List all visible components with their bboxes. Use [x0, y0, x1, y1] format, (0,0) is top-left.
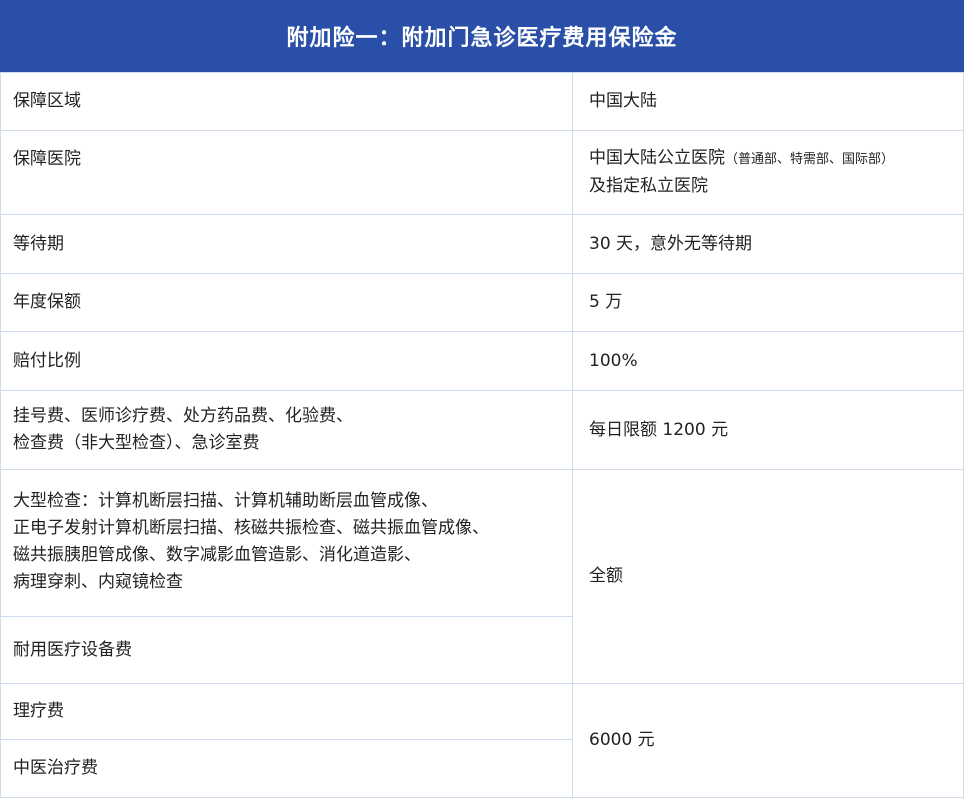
insurance-table-card: 附加险一：附加门急诊医疗费用保险金 保障区域 中国大陆 保障医院 中国大陆公立医… [0, 0, 964, 807]
row-value: 中国大陆公立医院（普通部、特需部、国际部） 及指定私立医院 [572, 130, 964, 215]
row-label: 耐用医疗设备费 [0, 616, 573, 684]
value-line-1: 中国大陆公立医院（普通部、特需部、国际部） [589, 148, 895, 168]
row-value: 全额 [572, 469, 964, 684]
value-line-2: 及指定私立医院 [589, 176, 708, 196]
table-row: 赔付比例 100% [0, 331, 964, 391]
row-label: 挂号费、医师诊疗费、处方药品费、化验费、 检查费（非大型检查）、急诊室费 [0, 390, 573, 470]
label-line-4: 病理穿刺、内窥镜检查 [13, 572, 183, 592]
value-note: （普通部、特需部、国际部） [725, 152, 895, 167]
table-row: 保障医院 中国大陆公立医院（普通部、特需部、国际部） 及指定私立医院 [0, 130, 964, 215]
table-row: 大型检查：计算机断层扫描、计算机辅助断层血管成像、 正电子发射计算机断层扫描、核… [0, 469, 964, 684]
label-line-2: 检查费（非大型检查）、急诊室费 [13, 433, 260, 453]
row-label: 大型检查：计算机断层扫描、计算机辅助断层血管成像、 正电子发射计算机断层扫描、核… [0, 469, 573, 617]
table-title: 附加险一：附加门急诊医疗费用保险金 [0, 0, 964, 72]
row-label: 保障区域 [0, 72, 573, 131]
row-label: 年度保额 [0, 273, 573, 332]
label-line-1: 大型检查：计算机断层扫描、计算机辅助断层血管成像、 [13, 491, 438, 511]
row-value: 100% [572, 331, 964, 391]
row-label: 理疗费 [0, 683, 573, 740]
label-line-3: 磁共振胰胆管成像、数字减影血管造影、消化道造影、 [13, 545, 421, 565]
table-row: 年度保额 5 万 [0, 273, 964, 332]
table-row: 等待期 30 天，意外无等待期 [0, 214, 964, 274]
row-label: 等待期 [0, 214, 573, 274]
label-line-2: 正电子发射计算机断层扫描、核磁共振检查、磁共振血管成像、 [13, 518, 489, 538]
row-value: 中国大陆 [572, 72, 964, 131]
row-value: 6000 元 [572, 683, 964, 798]
row-value: 30 天，意外无等待期 [572, 214, 964, 274]
row-value: 每日限额 1200 元 [572, 390, 964, 470]
row-label: 赔付比例 [0, 331, 573, 391]
table-row: 保障区域 中国大陆 [0, 72, 964, 131]
label-line-1: 挂号费、医师诊疗费、处方药品费、化验费、 [13, 406, 353, 426]
row-label: 中医治疗费 [0, 739, 573, 798]
row-label: 保障医院 [0, 130, 573, 215]
row-value: 5 万 [572, 273, 964, 332]
table-row: 理疗费 6000 元 [0, 683, 964, 798]
table-row: 挂号费、医师诊疗费、处方药品费、化验费、 检查费（非大型检查）、急诊室费 每日限… [0, 390, 964, 470]
coverage-table: 保障区域 中国大陆 保障医院 中国大陆公立医院（普通部、特需部、国际部） 及指定… [0, 72, 964, 798]
